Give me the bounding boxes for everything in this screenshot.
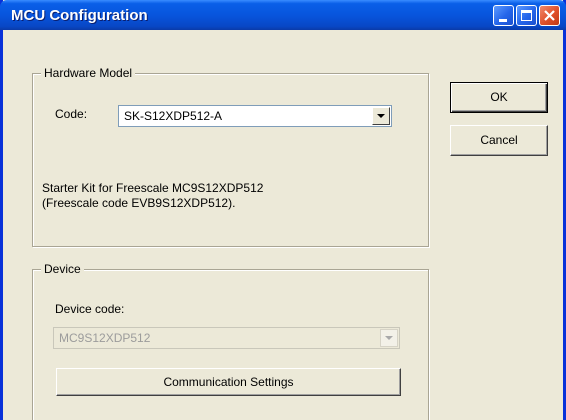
description-line-1: Starter Kit for Freescale MC9S12XDP512 <box>42 181 264 195</box>
description-line-2: (Freescale code EVB9S12XDP512). <box>42 196 236 210</box>
close-x-glyph <box>544 10 555 21</box>
close-icon[interactable] <box>539 5 560 26</box>
cancel-button[interactable]: Cancel <box>450 125 548 156</box>
mcu-configuration-window: MCU Configuration Hardware Model Code: S… <box>0 0 566 420</box>
chevron-down-icon[interactable] <box>372 107 390 125</box>
device-code-label: Device code: <box>55 302 125 316</box>
code-label: Code: <box>55 107 88 121</box>
title-bar[interactable]: MCU Configuration <box>0 0 566 30</box>
hardware-model-legend: Hardware Model <box>41 66 136 80</box>
device-code-combobox: MC9S12XDP512 <box>53 327 400 349</box>
hardware-description: Starter Kit for Freescale MC9S12XDP512 (… <box>42 181 263 211</box>
hardware-model-group: Hardware Model Code: SK-S12XDP512-A Star… <box>32 66 429 247</box>
window-title: MCU Configuration <box>11 7 148 24</box>
device-legend: Device <box>41 262 84 276</box>
code-combobox[interactable]: SK-S12XDP512-A <box>118 105 392 127</box>
code-value: SK-S12XDP512-A <box>124 109 223 123</box>
ok-button[interactable]: OK <box>450 82 548 113</box>
maximize-icon[interactable] <box>516 5 537 26</box>
minimize-icon[interactable] <box>493 5 514 26</box>
device-group: Device Device code: MC9S12XDP512 Communi… <box>32 262 429 420</box>
communication-settings-button[interactable]: Communication Settings <box>56 368 401 396</box>
chevron-down-icon <box>380 329 398 347</box>
device-code-value: MC9S12XDP512 <box>59 331 151 345</box>
